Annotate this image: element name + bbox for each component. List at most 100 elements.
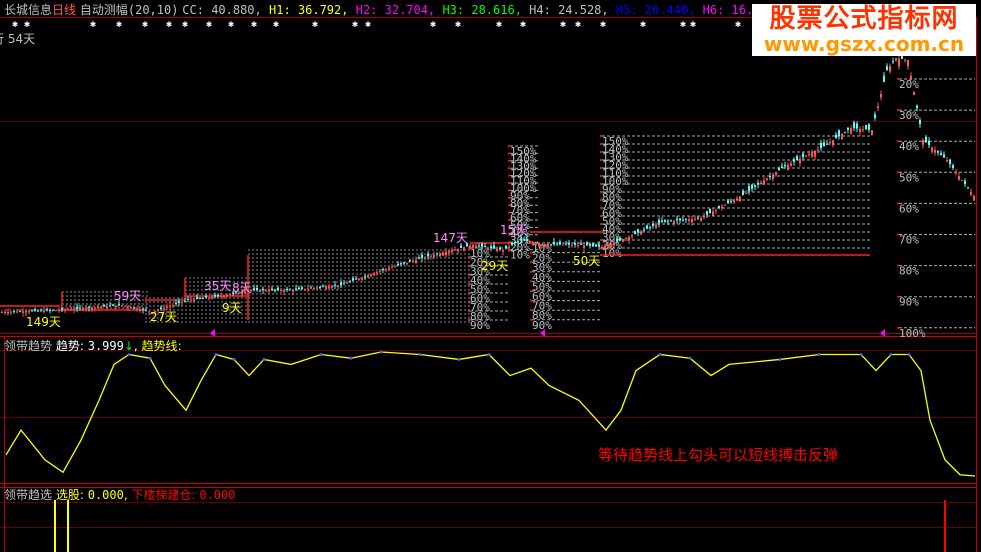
ladder-label: 20% bbox=[899, 78, 919, 91]
candle-body bbox=[763, 180, 765, 185]
candle-body bbox=[418, 257, 420, 259]
event-marker-icon: ✱ bbox=[312, 19, 318, 30]
candle-body bbox=[382, 269, 384, 271]
candle-body bbox=[97, 307, 99, 309]
indicator-name[interactable]: 自动测幅 bbox=[80, 3, 128, 17]
candle-body bbox=[517, 241, 519, 243]
candle-body bbox=[937, 151, 939, 153]
candle-body bbox=[265, 290, 267, 292]
candle-body bbox=[49, 310, 51, 312]
candle-body bbox=[439, 253, 441, 257]
trend-top-dot bbox=[262, 357, 266, 361]
candle-body bbox=[541, 244, 543, 246]
candle-body bbox=[46, 309, 48, 311]
candle-body bbox=[637, 229, 639, 233]
build-position-label: 下楼梯建仓 bbox=[131, 488, 192, 502]
event-marker-icon: ✱ bbox=[90, 19, 96, 30]
trend-top-dot bbox=[907, 352, 911, 356]
panel-name[interactable]: 领带趋选 bbox=[4, 488, 52, 502]
candle-body bbox=[604, 245, 606, 249]
candle-body bbox=[217, 294, 219, 297]
candle-body bbox=[346, 282, 348, 284]
value-h1: 36.792 bbox=[297, 3, 342, 17]
candle-body bbox=[886, 66, 888, 71]
candle-body bbox=[943, 154, 945, 158]
candle-body bbox=[370, 274, 372, 277]
candle-body bbox=[199, 297, 201, 299]
candle-body bbox=[823, 142, 825, 146]
candle-body bbox=[643, 229, 645, 231]
candle-body bbox=[649, 227, 651, 229]
candle-body bbox=[223, 295, 225, 298]
candle-body bbox=[496, 249, 498, 252]
trend-top-dot bbox=[418, 352, 422, 356]
candle-body bbox=[337, 285, 339, 287]
candle-body bbox=[661, 220, 663, 222]
candle-body bbox=[280, 290, 282, 292]
trend-top-dot bbox=[688, 356, 692, 360]
candle-body bbox=[826, 143, 828, 145]
candle-body bbox=[706, 211, 708, 215]
candle-body bbox=[367, 275, 369, 278]
candle-body bbox=[343, 283, 345, 285]
event-marker-icon: ✱ bbox=[12, 19, 18, 30]
candle-body bbox=[184, 300, 186, 302]
value-h3: 28.616 bbox=[471, 3, 515, 17]
candle-body bbox=[805, 155, 807, 157]
candle-body bbox=[577, 244, 579, 246]
day-count-label: 35天 bbox=[204, 279, 231, 293]
period-label[interactable]: 日线 bbox=[52, 3, 76, 17]
candle-body bbox=[538, 243, 540, 246]
event-marker-icon: ✱ bbox=[680, 19, 686, 30]
candle-body bbox=[313, 287, 315, 289]
candle-body bbox=[85, 308, 87, 310]
candle-body bbox=[838, 130, 840, 136]
candle-body bbox=[292, 290, 294, 292]
candle-body bbox=[19, 311, 21, 313]
candle-body bbox=[811, 152, 813, 157]
candle-body bbox=[454, 249, 456, 251]
candle-body bbox=[28, 311, 30, 313]
candle-body bbox=[847, 127, 849, 130]
candle-body bbox=[718, 205, 720, 209]
candle-body bbox=[772, 174, 774, 180]
candle-body bbox=[565, 243, 567, 245]
candle-body bbox=[883, 75, 885, 83]
candle-body bbox=[34, 309, 36, 311]
candle-body bbox=[913, 92, 915, 95]
candle-body bbox=[709, 209, 711, 214]
trend-top-dot bbox=[859, 352, 863, 356]
candle-body bbox=[304, 288, 306, 290]
candle-body bbox=[220, 296, 222, 298]
candle-body bbox=[646, 225, 648, 229]
candle-body bbox=[118, 303, 120, 306]
candle-body bbox=[505, 245, 507, 249]
trend-top-dot bbox=[817, 352, 821, 356]
candle-body bbox=[955, 172, 957, 174]
candle-body bbox=[673, 220, 675, 224]
subline-label: 行 54天 bbox=[0, 32, 36, 46]
candle-body bbox=[766, 178, 768, 180]
event-marker-icon: ✱ bbox=[142, 19, 148, 30]
event-marker-icon: ✱ bbox=[430, 19, 436, 30]
candle-body bbox=[754, 184, 756, 187]
candle-body bbox=[868, 124, 870, 130]
candle-body bbox=[73, 309, 75, 311]
candle-body bbox=[445, 251, 447, 256]
stock-name: 长城信息 bbox=[4, 3, 53, 17]
candle-body bbox=[880, 94, 882, 98]
event-marker-icon: ✱ bbox=[273, 19, 279, 30]
candle-body bbox=[949, 159, 951, 165]
candle-body bbox=[37, 310, 39, 312]
candle-body bbox=[460, 245, 462, 249]
candle-body bbox=[121, 304, 123, 306]
candle-body bbox=[400, 263, 402, 265]
candle-body bbox=[556, 244, 558, 246]
event-marker-icon: ✱ bbox=[496, 19, 502, 30]
day-count-label: 8天 bbox=[232, 281, 252, 295]
candle-body bbox=[595, 244, 597, 247]
panel-name[interactable]: 领带趋势 bbox=[4, 339, 52, 353]
candle-body bbox=[160, 307, 162, 310]
candle-body bbox=[916, 105, 918, 109]
candle-body bbox=[748, 186, 750, 191]
